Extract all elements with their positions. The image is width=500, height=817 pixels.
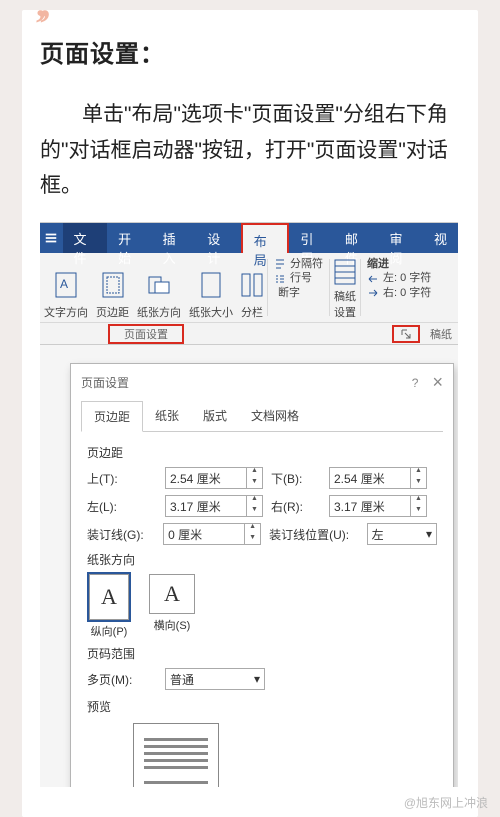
select-gutter-pos[interactable]: 左▾ bbox=[367, 523, 437, 545]
input-left[interactable]: 3.17 厘米▲▼ bbox=[165, 495, 263, 517]
input-top[interactable]: 2.54 厘米▲▼ bbox=[165, 467, 263, 489]
tab-home[interactable]: 开始 bbox=[107, 223, 152, 253]
tab-review[interactable]: 审阅 bbox=[378, 223, 423, 253]
tab-view[interactable]: 视 bbox=[423, 223, 458, 253]
tab-file[interactable]: 文件 bbox=[63, 223, 108, 253]
svg-text:A: A bbox=[60, 277, 68, 291]
group-label-page-setup: 页面设置 bbox=[108, 324, 184, 344]
quick-access-icon[interactable] bbox=[40, 223, 63, 253]
group-label-paper: 稿纸 bbox=[424, 326, 458, 342]
btn-margins[interactable]: 页边距 bbox=[92, 253, 133, 322]
input-gutter[interactable]: 0 厘米▲▼ bbox=[163, 523, 261, 545]
input-bottom[interactable]: 2.54 厘米▲▼ bbox=[329, 467, 427, 489]
ribbon-toolbar: A 文字方向 页边距 纸张方向 纸张大小 分栏 bbox=[40, 253, 458, 323]
dialog-launcher-page-setup[interactable] bbox=[392, 325, 420, 343]
dialog-help-button[interactable]: ? bbox=[412, 376, 419, 390]
watermark: @旭东网上冲浪 bbox=[404, 794, 488, 811]
section-margins: 页边距 bbox=[87, 444, 437, 461]
quote-decoration: ’’ bbox=[34, 0, 46, 47]
dlg-tab-layout[interactable]: 版式 bbox=[191, 401, 239, 431]
tab-references[interactable]: 引用 bbox=[289, 223, 334, 253]
tab-insert[interactable]: 插入 bbox=[152, 223, 197, 253]
dialog-close-button[interactable]: × bbox=[432, 372, 443, 393]
toolbar-indent-stack: 缩进 左: 0 字符 右: 0 字符 bbox=[361, 253, 437, 322]
dialog-title: 页面设置 bbox=[81, 374, 412, 391]
section-preview: 预览 bbox=[87, 698, 437, 715]
preview-page-icon bbox=[133, 723, 219, 787]
btn-line-numbers[interactable]: 行号 bbox=[274, 271, 323, 285]
btn-text-direction[interactable]: A 文字方向 bbox=[40, 253, 92, 322]
ribbon-tabs: 文件 开始 插入 设计 布局 引用 邮件 审阅 视 bbox=[40, 223, 458, 253]
label-gutter: 装订线(G): bbox=[87, 526, 155, 543]
tab-mail[interactable]: 邮件 bbox=[334, 223, 379, 253]
dlg-tab-grid[interactable]: 文档网格 bbox=[239, 401, 311, 431]
tab-design[interactable]: 设计 bbox=[196, 223, 241, 253]
article-title: 页面设置： bbox=[40, 34, 460, 69]
dlg-tab-margins[interactable]: 页边距 bbox=[81, 401, 143, 432]
article-card: 页面设置： 单击"布局"选项卡"页面设置"分组右下角的"对话框启动器"按钮，打开… bbox=[22, 10, 478, 817]
select-multi[interactable]: 普通▾ bbox=[165, 668, 265, 690]
label-top: 上(T): bbox=[87, 470, 157, 487]
label-right: 右(R): bbox=[271, 498, 321, 515]
btn-draft-paper[interactable]: 稿纸 设置 bbox=[330, 253, 360, 322]
dlg-tab-paper[interactable]: 纸张 bbox=[143, 401, 191, 431]
orientation-portrait[interactable]: A 纵向(P) bbox=[89, 574, 129, 639]
dialog-tabs: 页边距 纸张 版式 文档网格 bbox=[81, 401, 443, 432]
btn-size[interactable]: 纸张大小 bbox=[185, 253, 237, 322]
label-left: 左(L): bbox=[87, 498, 157, 515]
btn-columns[interactable]: 分栏 bbox=[237, 253, 267, 322]
orientation-landscape[interactable]: A 横向(S) bbox=[149, 574, 195, 639]
indent-right[interactable]: 右: 0 字符 bbox=[367, 286, 431, 300]
btn-hyphenation[interactable]: 断字 bbox=[274, 286, 323, 300]
article-paragraph: 单击"布局"选项卡"页面设置"分组右下角的"对话框启动器"按钮，打开"页面设置"… bbox=[40, 97, 460, 204]
page-setup-dialog: 页面设置 ? × 页边距 纸张 版式 文档网格 页边距 上(T): 2.54 厘 bbox=[70, 363, 454, 787]
word-screenshot: 文件 开始 插入 设计 布局 引用 邮件 审阅 视 A 文字方向 页边距 bbox=[40, 222, 458, 787]
label-bottom: 下(B): bbox=[271, 470, 321, 487]
label-gutter-pos: 装订线位置(U): bbox=[269, 526, 359, 543]
tab-layout[interactable]: 布局 bbox=[241, 223, 290, 253]
indent-left[interactable]: 左: 0 字符 bbox=[367, 271, 431, 285]
label-multi: 多页(M): bbox=[87, 671, 157, 688]
input-right[interactable]: 3.17 厘米▲▼ bbox=[329, 495, 427, 517]
toolbar-breaks-stack: 分隔符 行号 断字 bbox=[268, 253, 329, 322]
section-pages: 页码范围 bbox=[87, 645, 437, 662]
ribbon-group-labels: 页面设置 稿纸 bbox=[40, 323, 458, 345]
btn-orientation[interactable]: 纸张方向 bbox=[133, 253, 185, 322]
btn-breaks[interactable]: 分隔符 bbox=[274, 257, 323, 271]
section-orientation: 纸张方向 bbox=[87, 551, 437, 568]
